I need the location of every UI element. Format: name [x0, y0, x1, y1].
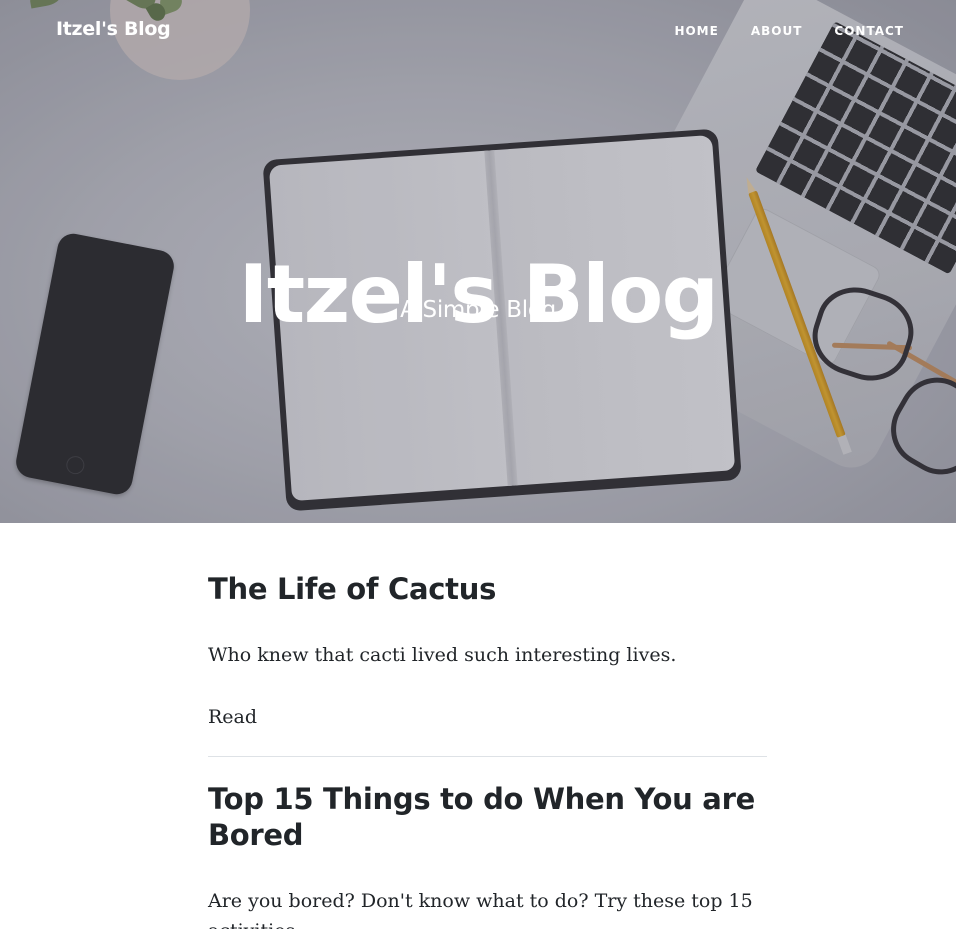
nav-link-contact[interactable]: CONTACT: [834, 24, 904, 38]
nav-link-home[interactable]: HOME: [674, 24, 718, 38]
post-title[interactable]: The Life of Cactus: [208, 571, 496, 607]
nav-brand-link[interactable]: Itzel's Blog: [56, 18, 171, 40]
post-excerpt: Are you bored? Don't know what to do? Tr…: [208, 890, 753, 929]
post-title[interactable]: Top 15 Things to do When You are Bored: [208, 781, 767, 853]
nav-links: HOME ABOUT CONTACT: [674, 24, 904, 38]
post-excerpt: Who knew that cacti lived such interesti…: [208, 644, 677, 666]
post-divider: [208, 756, 767, 757]
hero-header: Itzel's Blog HOME ABOUT CONTACT Itzel's …: [0, 0, 956, 523]
nav-link-about[interactable]: ABOUT: [751, 24, 803, 38]
hero-subtitle: A Simple Blog: [400, 297, 556, 323]
read-link[interactable]: Read: [208, 702, 257, 732]
